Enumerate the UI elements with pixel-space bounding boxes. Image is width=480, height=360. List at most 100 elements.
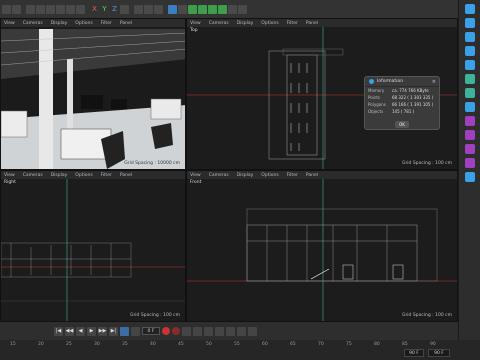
sound-icon[interactable] xyxy=(131,326,140,336)
cloner-icon[interactable] xyxy=(198,4,207,14)
menu-view[interactable]: View xyxy=(190,173,201,178)
edges-mode-icon[interactable] xyxy=(464,46,475,56)
model-mode-icon[interactable] xyxy=(464,4,475,14)
ruler-tick: 20 xyxy=(38,342,44,347)
scale-tool-icon[interactable] xyxy=(56,4,65,14)
dialog-title: Information xyxy=(377,79,404,84)
render-picture-viewer-icon[interactable] xyxy=(144,4,153,14)
close-icon[interactable]: × xyxy=(432,79,436,85)
render-view-icon[interactable] xyxy=(134,4,143,14)
play-button[interactable]: ▶ xyxy=(87,326,96,336)
points-mode-icon[interactable] xyxy=(464,32,475,42)
menu-panel[interactable]: Panel xyxy=(120,21,132,26)
recent-tools-icon[interactable] xyxy=(76,4,85,14)
prev-key-button[interactable]: ◀◀ xyxy=(65,326,74,336)
subdivision-icon[interactable] xyxy=(188,4,197,14)
ruler-tick: 15 xyxy=(10,342,16,347)
go-to-end-button[interactable]: ▶| xyxy=(109,326,118,336)
position-key-icon[interactable] xyxy=(193,326,202,336)
front-viewport[interactable]: View Cameras Display Options Filter Pane… xyxy=(186,170,458,322)
go-to-start-button[interactable]: |◀ xyxy=(54,326,63,336)
polygons-mode-icon[interactable] xyxy=(464,60,475,70)
parameter-key-icon[interactable] xyxy=(226,326,235,336)
axis-y-toggle[interactable]: Y xyxy=(100,5,109,13)
camera-icon[interactable] xyxy=(228,4,237,14)
solo-mode-icon[interactable] xyxy=(464,116,475,126)
workplane-icon[interactable] xyxy=(464,144,475,154)
mode-toolbar xyxy=(458,0,480,340)
menu-display[interactable]: Display xyxy=(237,21,254,26)
start-frame-field[interactable]: 90 F xyxy=(404,349,424,357)
menu-view[interactable]: View xyxy=(4,173,15,178)
viewport-menu-bar: View Cameras Display Options Filter Pane… xyxy=(187,171,457,179)
prev-frame-button[interactable]: ◀ xyxy=(76,326,85,336)
menu-display[interactable]: Display xyxy=(237,173,254,178)
record-icon[interactable] xyxy=(162,327,170,335)
menu-filter[interactable]: Filter xyxy=(101,21,112,26)
axis-z-toggle[interactable]: Z xyxy=(110,5,119,13)
menu-cameras[interactable]: Cameras xyxy=(23,21,43,26)
menu-panel[interactable]: Panel xyxy=(306,21,318,26)
locked-workplane-icon[interactable] xyxy=(464,158,475,168)
loop-icon[interactable] xyxy=(120,326,129,336)
rotation-key-icon[interactable] xyxy=(215,326,224,336)
perspective-viewport[interactable]: View Cameras Display Options Filter Pane… xyxy=(0,18,186,170)
info-key: Points xyxy=(368,95,381,100)
menu-display[interactable]: Display xyxy=(51,173,68,178)
ok-button[interactable]: OK xyxy=(395,121,409,128)
redo-icon[interactable] xyxy=(12,4,21,14)
current-frame-field[interactable]: 0 F xyxy=(142,327,160,335)
planar-workplane-icon[interactable] xyxy=(464,172,475,182)
info-value: 66 166 ( 1 391 105 ) xyxy=(392,102,434,107)
coordinate-system-icon[interactable] xyxy=(120,4,129,14)
menu-filter[interactable]: Filter xyxy=(287,173,298,178)
menu-view[interactable]: View xyxy=(4,21,15,26)
right-viewport[interactable]: View Cameras Display Options Filter Pane… xyxy=(0,170,186,322)
ruler-tick: 80 xyxy=(374,342,380,347)
info-icon xyxy=(369,79,374,84)
menu-view[interactable]: View xyxy=(190,21,201,26)
menu-display[interactable]: Display xyxy=(51,21,68,26)
dopesheet-icon[interactable] xyxy=(248,326,257,336)
info-row-points: Points 68 322 ( 1 303 335 ) xyxy=(365,94,439,101)
menu-options[interactable]: Options xyxy=(75,173,92,178)
ruler-tick: 25 xyxy=(66,342,72,347)
select-tool-icon[interactable] xyxy=(26,4,35,14)
menu-cameras[interactable]: Cameras xyxy=(209,21,229,26)
render-settings-icon[interactable] xyxy=(154,4,163,14)
menu-cameras[interactable]: Cameras xyxy=(209,173,229,178)
menu-options[interactable]: Options xyxy=(261,173,278,178)
rotate-tool-icon[interactable] xyxy=(66,4,75,14)
grid-spacing-label: Grid Spacing : 100 cm xyxy=(401,161,452,166)
menu-options[interactable]: Options xyxy=(261,21,278,26)
undo-icon[interactable] xyxy=(2,4,11,14)
snap-icon[interactable] xyxy=(464,130,475,140)
sculpt-mode-icon[interactable] xyxy=(464,88,475,98)
texture-mode-icon[interactable] xyxy=(464,18,475,28)
pla-key-icon[interactable] xyxy=(237,326,246,336)
pen-spline-icon[interactable] xyxy=(178,4,187,14)
live-selection-icon[interactable] xyxy=(36,4,45,14)
key-selection-icon[interactable] xyxy=(182,326,191,336)
timeline-controls: |◀ ◀◀ ◀ ▶ ▶▶ ▶| 0 F xyxy=(0,322,458,340)
deformer-icon[interactable] xyxy=(208,4,217,14)
menu-filter[interactable]: Filter xyxy=(101,173,112,178)
info-key: Memory xyxy=(368,88,385,93)
axis-x-toggle[interactable]: X xyxy=(90,5,99,13)
axis-mode-icon[interactable] xyxy=(464,74,475,84)
scale-key-icon[interactable] xyxy=(204,326,213,336)
menu-options[interactable]: Options xyxy=(75,21,92,26)
autokey-icon[interactable] xyxy=(172,327,180,335)
menu-panel[interactable]: Panel xyxy=(120,173,132,178)
menu-filter[interactable]: Filter xyxy=(287,21,298,26)
menu-cameras[interactable]: Cameras xyxy=(23,173,43,178)
frame-ruler[interactable]: 15 20 25 30 35 40 45 50 55 60 65 70 75 8… xyxy=(0,340,480,360)
light-icon[interactable] xyxy=(238,4,247,14)
end-frame-field[interactable]: 90 F xyxy=(428,349,450,357)
menu-panel[interactable]: Panel xyxy=(306,173,318,178)
next-key-button[interactable]: ▶▶ xyxy=(98,326,107,336)
environment-icon[interactable] xyxy=(218,4,227,14)
tweak-mode-icon[interactable] xyxy=(464,102,475,112)
cube-primitive-icon[interactable] xyxy=(168,4,177,14)
move-tool-icon[interactable] xyxy=(46,4,55,14)
